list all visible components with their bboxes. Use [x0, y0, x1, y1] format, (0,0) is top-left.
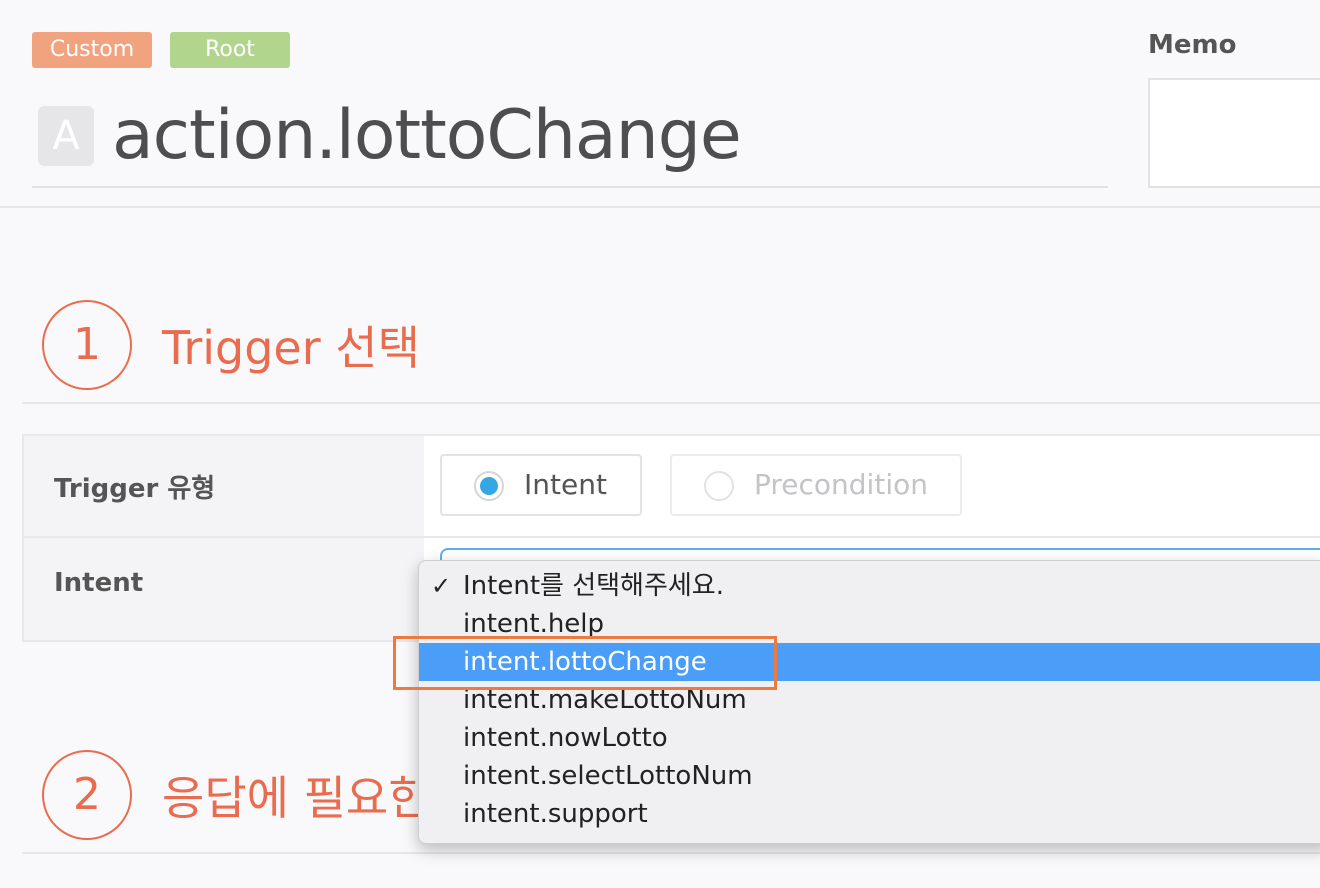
dropdown-option-label: Intent를 선택해주세요.: [463, 571, 724, 601]
radio-intent-label: Intent: [524, 468, 607, 501]
form-row-divider: [24, 536, 1320, 538]
radio-intent[interactable]: Intent: [440, 454, 642, 516]
trigger-type-label: Trigger 유형: [54, 474, 216, 504]
radio-precondition-label: Precondition: [754, 468, 928, 501]
step-1-number: 1: [42, 300, 132, 390]
dropdown-option-selectlottonum[interactable]: intent.selectLottoNum: [419, 757, 1320, 795]
memo-field[interactable]: [1148, 78, 1320, 188]
root-badge: Root: [170, 32, 290, 68]
intent-dropdown-menu[interactable]: ✓ Intent를 선택해주세요. intent.help intent.lot…: [418, 560, 1320, 844]
memo-label: Memo: [1148, 30, 1237, 60]
radio-checked-icon: [474, 471, 504, 501]
radio-unchecked-icon: [704, 471, 734, 501]
action-type-icon: A: [38, 106, 94, 166]
custom-badge: Custom: [32, 32, 152, 68]
dropdown-option-nowlotto[interactable]: intent.nowLotto: [419, 719, 1320, 757]
dropdown-option-label: intent.selectLottoNum: [463, 761, 753, 791]
dropdown-option-placeholder[interactable]: ✓ Intent를 선택해주세요.: [419, 567, 1320, 605]
radio-precondition[interactable]: Precondition: [670, 454, 962, 516]
dropdown-option-support[interactable]: intent.support: [419, 795, 1320, 833]
checkmark-icon: ✓: [431, 572, 452, 600]
form-label-column: [24, 436, 424, 640]
dropdown-option-label: intent.nowLotto: [463, 723, 668, 753]
dropdown-option-label: intent.support: [463, 799, 648, 829]
intent-label: Intent: [54, 568, 144, 598]
section-2-divider: [22, 852, 1320, 854]
title-area: A action.lottoChange: [32, 88, 1108, 188]
highlight-annotation-box: [393, 636, 777, 690]
step-2-number: 2: [42, 750, 132, 840]
page-title[interactable]: action.lottoChange: [112, 94, 742, 178]
step-1-title: Trigger 선택: [162, 321, 420, 375]
step-2-title: 응답에 필요한: [162, 771, 431, 825]
section-1-divider: [22, 402, 1320, 404]
header-divider: [0, 206, 1320, 208]
